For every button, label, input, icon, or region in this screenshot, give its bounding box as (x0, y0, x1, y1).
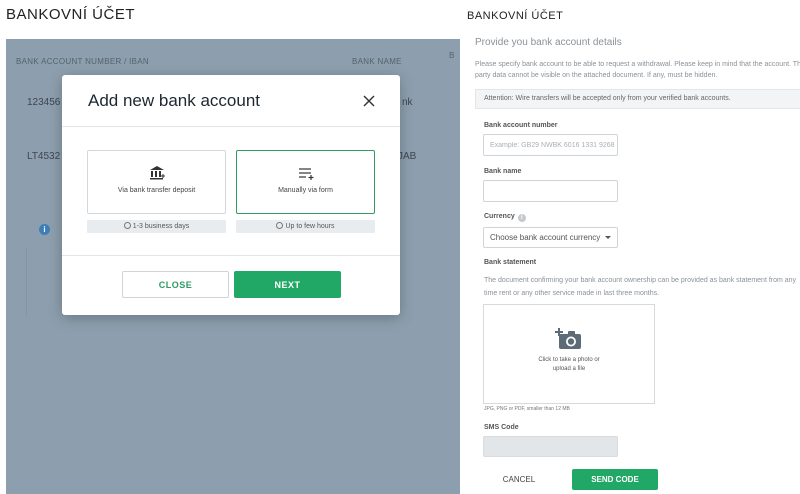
close-button[interactable]: CLOSE (122, 271, 229, 298)
info-icon: i (39, 224, 50, 235)
sms-code-input[interactable] (483, 436, 618, 457)
table-row-account: LT4532 (27, 151, 61, 162)
upload-text-line: Click to take a photo or (538, 357, 600, 363)
modal-divider (62, 255, 400, 256)
table-row-bank: nk (402, 97, 413, 108)
clock-icon (123, 222, 131, 229)
cancel-button[interactable]: CANCEL (488, 469, 550, 489)
table-header-bank-name: BANK NAME (352, 57, 402, 66)
help-icon[interactable]: i (517, 214, 526, 222)
add-bank-account-modal: Add new bank account Via bank transfer d… (62, 75, 400, 315)
option-label: Manually via form (278, 187, 333, 194)
option-manually-via-form[interactable]: Manually via form (236, 150, 375, 214)
list-add-icon (298, 168, 313, 180)
send-code-button[interactable]: SEND CODE (572, 469, 658, 490)
table-row-account: 123456 (27, 97, 61, 108)
form-subtitle: Provide you bank account details (475, 37, 622, 48)
processing-time-text: 1-3 business days (132, 223, 190, 230)
currency-select[interactable]: Choose bank account currency (483, 227, 618, 248)
currency-label-row: Currency i (484, 213, 526, 222)
bank-name-input[interactable] (483, 180, 618, 202)
bank-name-label: Bank name (484, 168, 522, 175)
sms-code-label: SMS Code (484, 424, 519, 431)
upload-file-hint: JPG, PNG or PDF, smaller than 12 MB (484, 406, 570, 412)
upload-instruction: Click to take a photo or upload a file (484, 356, 654, 374)
left-page-title: BANKOVNÍ ÚČET (6, 6, 136, 23)
camera-add-icon (555, 328, 581, 349)
close-icon[interactable] (362, 94, 376, 108)
bank-icon (149, 166, 165, 180)
table-row-bank: JAB (398, 151, 417, 162)
chevron-down-icon (605, 236, 611, 239)
modal-divider (62, 126, 400, 127)
divider (26, 247, 27, 317)
processing-time-text: Up to few hours (285, 223, 335, 230)
option-label: Via bank transfer deposit (117, 187, 196, 194)
file-upload-area[interactable]: Click to take a photo or upload a file (483, 304, 655, 404)
bank-statement-description: The document confirming your bank accoun… (484, 277, 797, 297)
attention-notice: Attention: Wire transfers will be accept… (475, 89, 800, 109)
clock-icon (276, 222, 284, 229)
processing-time-badge: Up to few hours (236, 220, 375, 233)
account-number-label: Bank account number (484, 122, 558, 129)
next-button[interactable]: NEXT (234, 271, 341, 298)
currency-select-value: Choose bank account currency (490, 233, 601, 242)
modal-title: Add new bank account (88, 91, 261, 110)
upload-text-line: upload a file (552, 366, 586, 372)
processing-time-badge: 1-3 business days (87, 220, 226, 233)
right-page-title: BANKOVNÍ ÚČET (467, 10, 564, 22)
currency-label: Currency (484, 213, 515, 220)
screenshot-root: BANKOVNÍ ÚČET BANK ACCOUNT NUMBER / IBAN… (0, 0, 800, 494)
bank-statement-label: Bank statement (484, 259, 537, 266)
table-header-account: BANK ACCOUNT NUMBER / IBAN (16, 57, 150, 66)
option-bank-transfer-deposit[interactable]: Via bank transfer deposit (87, 150, 226, 214)
table-header-extra: B (449, 51, 455, 60)
account-number-input[interactable] (483, 134, 618, 156)
form-description: Please specify bank account to be able t… (475, 61, 800, 79)
